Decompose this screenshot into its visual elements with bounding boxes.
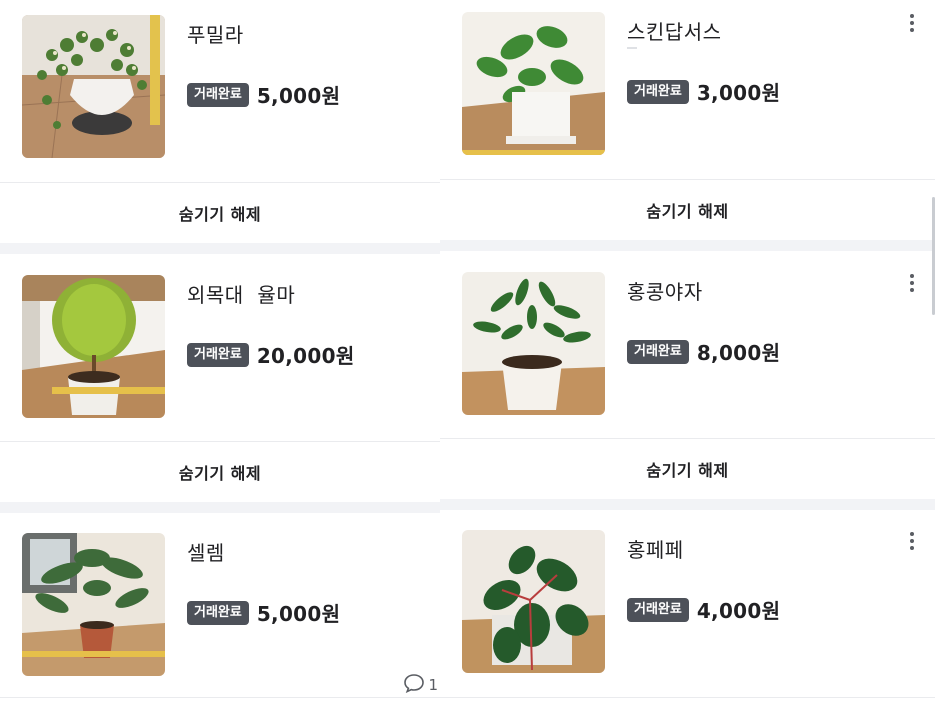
product-thumbnail-yulma[interactable] (22, 275, 165, 418)
price-row: 거래완료 8,000원 (627, 337, 780, 366)
listing-price: 5,000원 (256, 84, 341, 108)
text-fragment (627, 47, 637, 49)
unhide-button[interactable]: 숨기기 해제 (440, 180, 935, 240)
section-gap (440, 499, 935, 510)
listing-card[interactable]: 홍페페 거래완료 4,000원 (440, 510, 935, 692)
listing-title[interactable]: 외목대 율마 (187, 279, 295, 308)
listing-title[interactable]: 스킨답서스 (627, 16, 722, 45)
listing-card[interactable]: 셀렘 거래완료 5,000원 1 (0, 513, 440, 695)
more-vertical-icon[interactable] (907, 11, 917, 35)
more-vertical-icon[interactable] (907, 271, 917, 295)
listing-price: 3,000원 (696, 81, 781, 105)
product-thumbnail-pumila[interactable] (22, 15, 165, 158)
chat-count-value: 1 (428, 676, 438, 694)
listing-title[interactable]: 셀렘 (187, 537, 225, 566)
section-gap (0, 502, 440, 513)
unhide-button[interactable]: 숨기기 해제 (440, 439, 935, 499)
listing-card[interactable]: 푸밀라 거래완료 5,000원 숨기기 해제 (0, 0, 440, 254)
listing-card[interactable]: 홍콩야자 거래완료 8,000원 숨기기 해제 (440, 251, 935, 510)
divider (440, 697, 935, 698)
chat-count[interactable]: 1 (403, 673, 438, 697)
divider (0, 697, 440, 698)
product-thumbnail-scindapsus[interactable] (462, 12, 605, 155)
listing-price: 20,000원 (256, 344, 355, 368)
status-badge: 거래완료 (627, 79, 689, 104)
listing-card[interactable]: 외목대 율마 거래완료 20,000원 숨기기 해제 (0, 254, 440, 513)
status-badge: 거래완료 (187, 342, 249, 367)
product-thumbnail-selem[interactable] (22, 533, 165, 676)
status-badge: 거래완료 (627, 339, 689, 364)
section-gap (0, 243, 440, 254)
more-vertical-icon[interactable] (907, 529, 917, 553)
status-badge: 거래완료 (187, 600, 249, 625)
product-thumbnail-peperomia[interactable] (462, 530, 605, 673)
price-row: 거래완료 4,000원 (627, 595, 780, 624)
listing-card[interactable]: 스킨답서스 거래완료 3,000원 숨기기 해제 (440, 0, 935, 251)
right-listing-column: 스킨답서스 거래완료 3,000원 숨기기 해제 홍콩야자 거래완료 8,000… (440, 0, 935, 702)
price-row: 거래완료 5,000원 (187, 80, 340, 109)
product-thumbnail-hongkong-palm[interactable] (462, 272, 605, 415)
listing-price: 5,000원 (256, 602, 341, 626)
unhide-button[interactable]: 숨기기 해제 (0, 183, 440, 243)
listing-price: 8,000원 (696, 341, 781, 365)
price-row: 거래완료 20,000원 (187, 340, 355, 369)
price-row: 거래완료 5,000원 (187, 598, 340, 627)
left-listing-column: 푸밀라 거래완료 5,000원 숨기기 해제 외목대 율마 거래완료 20,00… (0, 0, 440, 702)
price-row: 거래완료 3,000원 (627, 77, 780, 106)
listing-title[interactable]: 홍콩야자 (627, 276, 703, 305)
status-badge: 거래완료 (627, 597, 689, 622)
listing-title[interactable]: 홍페페 (627, 534, 684, 563)
listing-title[interactable]: 푸밀라 (187, 19, 244, 48)
unhide-button[interactable]: 숨기기 해제 (0, 442, 440, 502)
chat-bubble-icon (403, 673, 425, 697)
listing-price: 4,000원 (696, 599, 781, 623)
status-badge: 거래완료 (187, 82, 249, 107)
section-gap (440, 240, 935, 251)
